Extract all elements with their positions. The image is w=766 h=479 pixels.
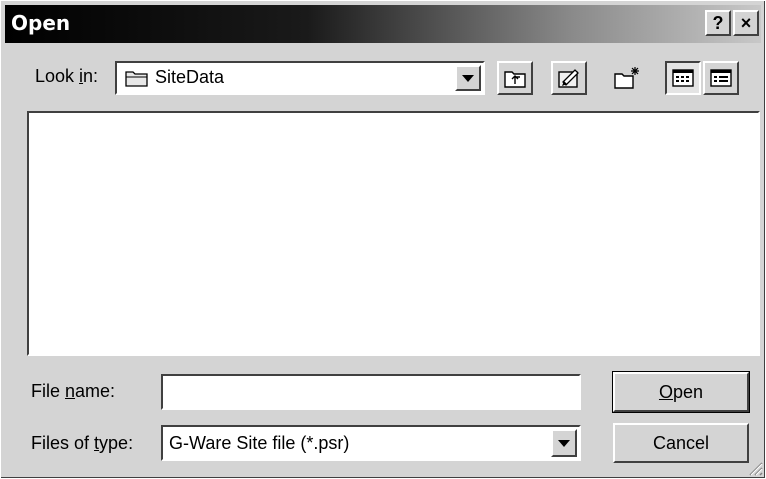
close-label: × (740, 12, 752, 33)
cancel-button-label: Cancel (652, 432, 710, 453)
chevron-down-icon (462, 74, 474, 82)
file-type-combo[interactable]: G-Ware Site file (*.psr) (161, 425, 581, 461)
open-button[interactable]: Open (612, 371, 750, 413)
up-one-level-button[interactable] (497, 61, 533, 95)
close-button[interactable]: × (733, 10, 759, 36)
file-name-label-accel: n (65, 381, 76, 401)
chevron-down-icon (558, 439, 570, 447)
resize-grip-icon[interactable] (745, 458, 763, 476)
cancel-button[interactable]: Cancel (613, 423, 749, 463)
list-view-button[interactable] (665, 61, 701, 95)
file-type-label: Files of type: (31, 433, 133, 454)
file-type-dropdown-button[interactable] (551, 429, 577, 457)
title-bar[interactable]: Open ? × (5, 5, 761, 43)
open-dialog: Open ? × Look in: SiteData File name: O … (0, 0, 766, 479)
file-type-label-prefix: Files of (31, 433, 95, 453)
new-folder-icon (614, 67, 639, 89)
look-in-label-suffix: n: (83, 66, 99, 86)
file-list[interactable] (27, 111, 760, 356)
details-view-button[interactable] (703, 61, 739, 95)
favorites-icon (558, 69, 579, 88)
list-view-icon (672, 69, 694, 87)
file-name-input[interactable] (161, 374, 581, 410)
file-type-value: G-Ware Site file (*.psr) (169, 433, 350, 453)
open-button-accel: O (658, 381, 673, 402)
look-in-value: SiteData (155, 67, 225, 87)
create-new-folder-button[interactable] (609, 61, 645, 95)
window-title: Open (11, 11, 71, 35)
details-view-icon (710, 69, 732, 87)
look-in-label-prefix: Look (35, 66, 80, 86)
look-in-label: Look in: (35, 66, 98, 87)
help-label: ? (712, 12, 724, 33)
folder-up-icon (504, 71, 526, 88)
look-in-dropdown-button[interactable] (455, 65, 481, 91)
folder-icon (125, 71, 148, 87)
open-button-label: pen (672, 381, 704, 402)
file-name-label-prefix: File (31, 381, 66, 401)
look-in-combo[interactable]: SiteData (115, 61, 485, 95)
favorites-button[interactable] (551, 61, 587, 95)
file-name-label-suffix: ame: (75, 381, 116, 401)
help-button[interactable]: ? (705, 10, 731, 36)
file-name-label: File name: (31, 381, 115, 402)
file-type-label-suffix: ype: (99, 433, 134, 453)
